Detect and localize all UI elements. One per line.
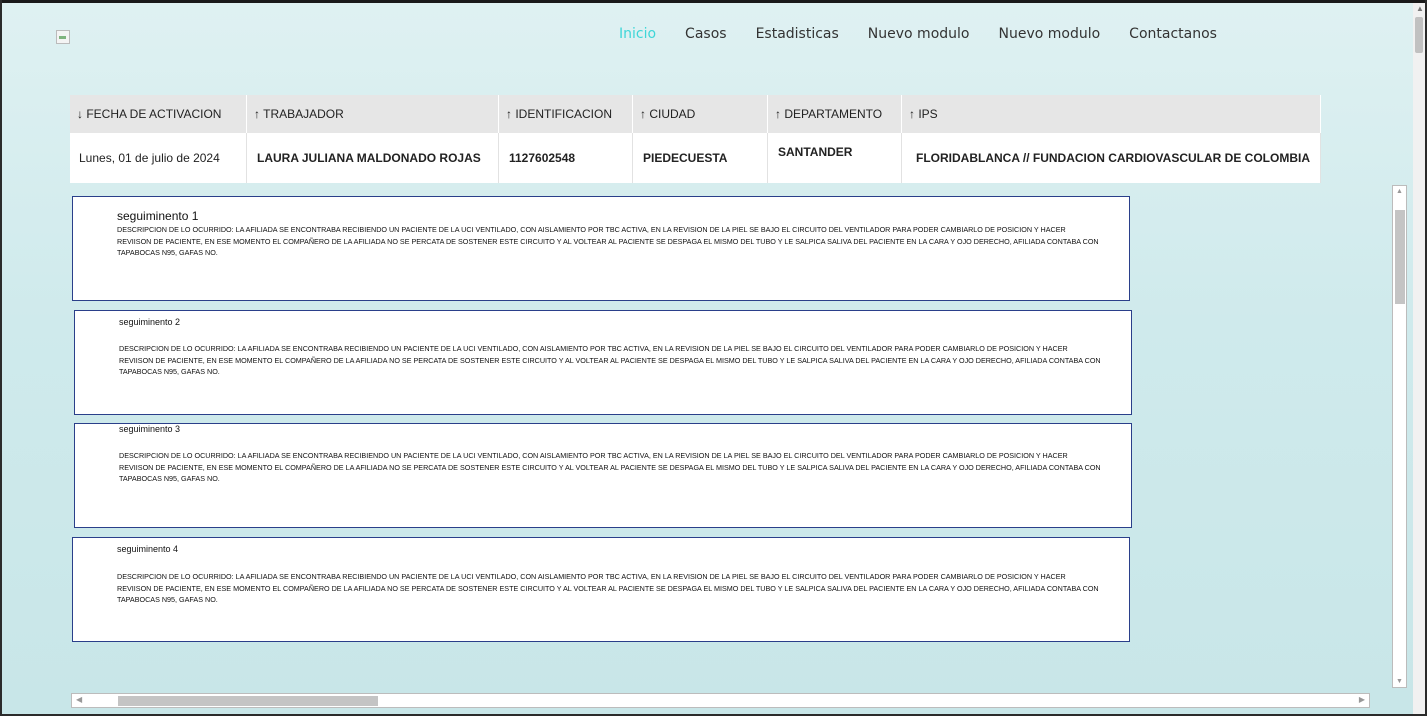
followups-horizontal-scrollbar[interactable]: ◀ ▶ [71,693,1370,708]
main-nav: Inicio Casos Estadisticas Nuevo modulo N… [619,26,1246,42]
followups-vertical-scrollbar[interactable]: ▲ ▼ [1392,185,1407,688]
nav-item-contactanos[interactable]: Contactanos [1129,26,1217,42]
scrollbar-thumb[interactable] [1395,210,1405,304]
cell-ips: FLORIDABLANCA // FUNDACION CARDIOVASCULA… [901,133,1321,183]
cell-trabajador: LAURA JULIANA MALDONADO ROJAS [246,133,499,183]
nav-item-estadisticas[interactable]: Estadisticas [756,26,839,42]
followup-description: DESCRIPCION DE LO OCURRIDO: LA AFILIADA … [119,451,1101,483]
followup-card-3: seguiminento 3 DESCRIPCION DE LO OCURRID… [74,423,1132,528]
column-header-ciudad[interactable]: ↑ CIUDAD [632,95,768,133]
scrollbar-thumb[interactable] [118,696,378,706]
followup-title: seguiminento 3 [119,424,181,434]
nav-item-nuevo-modulo-2[interactable]: Nuevo modulo [998,26,1100,42]
scroll-up-icon[interactable]: ▲ [1396,188,1403,195]
followup-card-4: seguiminento 4 DESCRIPCION DE LO OCURRID… [72,537,1130,642]
nav-item-inicio[interactable]: Inicio [619,26,656,42]
cell-identificacion: 1127602548 [498,133,633,183]
followup-description: DESCRIPCION DE LO OCURRIDO: LA AFILIADA … [117,225,1099,257]
table-row: Lunes, 01 de julio de 2024 LAURA JULIANA… [70,133,1321,183]
cell-fecha: Lunes, 01 de julio de 2024 [70,133,247,183]
window-frame-top [0,0,1427,3]
followup-card-1: seguiminento 1 DESCRIPCION DE LO OCURRID… [72,196,1130,301]
followup-card-2: seguiminento 2 DESCRIPCION DE LO OCURRID… [74,310,1132,415]
followup-title: seguiminento 4 [117,544,179,554]
cell-departamento: SANTANDER [767,133,902,183]
column-header-identificacion[interactable]: ↑ IDENTIFICACION [498,95,633,133]
scroll-left-icon[interactable]: ◀ [76,695,82,704]
table-header-row: ↓ FECHA DE ACTIVACION ↑ TRABAJADOR ↑ IDE… [70,95,1321,133]
followup-title: seguiminento 2 [119,317,181,327]
scrollbar-thumb[interactable] [1415,17,1423,53]
scroll-up-icon[interactable]: ▲ [1416,5,1424,13]
followup-description: DESCRIPCION DE LO OCURRIDO: LA AFILIADA … [119,344,1101,376]
column-header-departamento[interactable]: ↑ DEPARTAMENTO [767,95,902,133]
window-frame-left [0,0,2,716]
nav-item-casos[interactable]: Casos [685,26,727,42]
followup-title: seguiminento 1 [117,209,199,223]
cell-ciudad: PIEDECUESTA [632,133,768,183]
column-header-fecha[interactable]: ↓ FECHA DE ACTIVACION [70,95,247,133]
column-header-trabajador[interactable]: ↑ TRABAJADOR [246,95,499,133]
nav-item-nuevo-modulo-1[interactable]: Nuevo modulo [868,26,970,42]
page-vertical-scrollbar[interactable]: ▲ [1413,3,1425,714]
scroll-right-icon[interactable]: ▶ [1359,695,1365,704]
column-header-ips[interactable]: ↑ IPS [901,95,1321,133]
followup-description: DESCRIPCION DE LO OCURRIDO: LA AFILIADA … [117,572,1099,604]
scroll-down-icon[interactable]: ▼ [1396,678,1403,685]
broken-image-logo-icon[interactable] [56,30,70,44]
case-table: ↓ FECHA DE ACTIVACION ↑ TRABAJADOR ↑ IDE… [70,95,1321,183]
